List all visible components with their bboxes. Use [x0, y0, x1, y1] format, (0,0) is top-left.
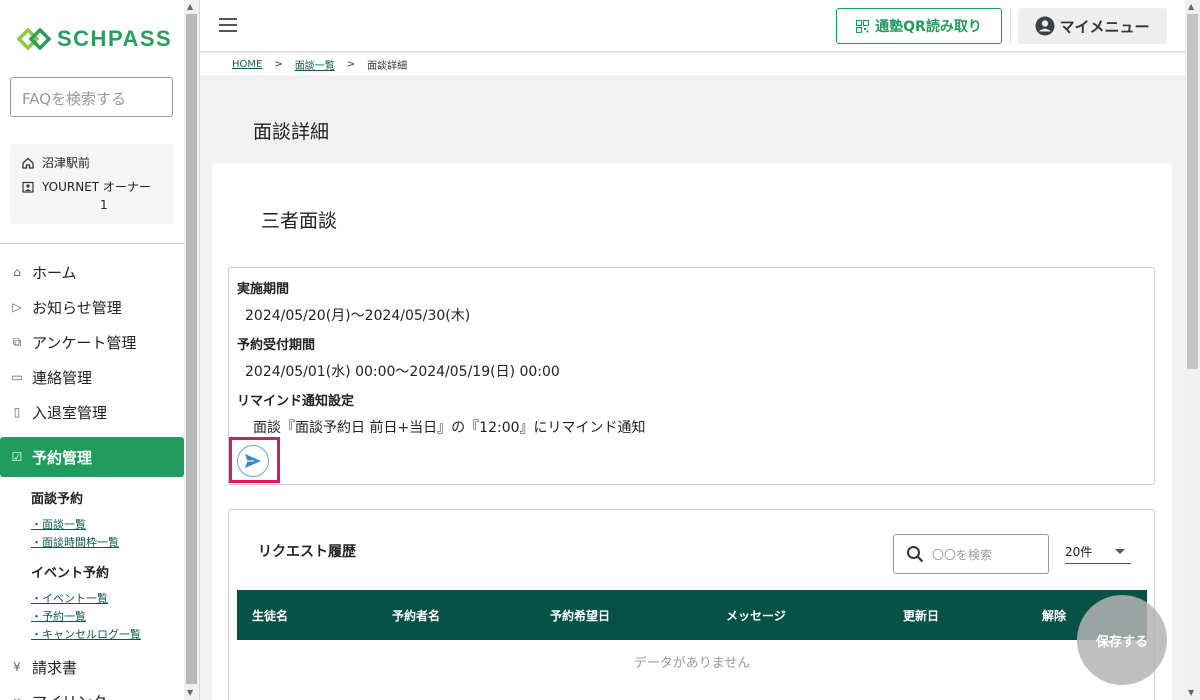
sidebar: SCHPASS FAQを検索する 沼津駅前 YOURNET オーナー 1 ⌂ ホ… — [0, 0, 184, 700]
school-name: 沼津駅前 — [42, 156, 91, 170]
sidebar-divider — [0, 243, 184, 244]
request-history-box: リクエスト履歴 〇〇を検索 20件 生徒名 予約者名 予約希望日 メッセージ 更… — [228, 509, 1155, 700]
column-header-desired-date[interactable]: 予約希望日 — [550, 607, 610, 624]
column-header-message[interactable]: メッセージ — [726, 607, 786, 624]
scroll-down-icon[interactable]: ▼ — [1188, 688, 1194, 697]
per-page-value: 20件 — [1065, 545, 1093, 559]
my-menu-label: マイメニュー — [1059, 17, 1150, 36]
search-placeholder: 〇〇を検索 — [932, 547, 993, 562]
submenu-link-interview-list[interactable]: ・面談一覧 — [31, 516, 86, 532]
brand-logo[interactable]: SCHPASS — [17, 26, 172, 52]
sidebar-scroll-thumb[interactable] — [186, 14, 197, 684]
hamburger-menu-icon[interactable] — [219, 18, 237, 32]
badge-icon — [22, 181, 34, 193]
top-header: 通塾QR読み取り マイメニュー — [200, 0, 1185, 52]
send-icon: ▷ — [12, 300, 22, 314]
school-info: 沼津駅前 YOURNET オーナー 1 — [10, 144, 173, 224]
main-scroll-thumb[interactable] — [1187, 14, 1198, 369]
interview-detail-card: 三者面談 実施期間 2024/05/20(月)～2024/05/30(木) 予約… — [212, 163, 1172, 700]
interview-info-box: 実施期間 2024/05/20(月)～2024/05/30(木) 予約受付期間 … — [228, 267, 1155, 485]
survey-icon: ⧉ — [12, 334, 22, 349]
sidebar-item-attendance[interactable]: ▯ 入退室管理 — [0, 397, 184, 427]
empty-state-text: データがありません — [633, 656, 751, 671]
column-header-updated[interactable]: 更新日 — [903, 607, 939, 624]
qr-code-icon — [856, 19, 870, 33]
sidebar-item-label: 予約管理 — [32, 448, 93, 467]
qr-scan-button[interactable]: 通塾QR読み取り — [836, 8, 1002, 44]
sidebar-scrollbar[interactable]: ▲ ▼ — [184, 0, 199, 700]
save-button[interactable]: 保存する — [1077, 595, 1167, 685]
submenu-link-interview-slots[interactable]: ・面談時間枠一覧 — [31, 534, 119, 550]
sidebar-item-label: アンケート管理 — [32, 333, 137, 352]
qr-scan-label: 通塾QR読み取り — [875, 19, 982, 35]
interview-title: 三者面談 — [261, 210, 338, 232]
header-separator — [1010, 8, 1011, 44]
brand-name: SCHPASS — [57, 26, 173, 51]
remind-value: 面談『面談予約日 前日+当日』の『12:00』にリマインド通知 — [253, 420, 646, 436]
door-icon: ▯ — [13, 405, 21, 419]
calendar-check-icon: ☑ — [11, 450, 23, 464]
submenu-heading-event: イベント予約 — [31, 566, 110, 581]
main-scrollbar[interactable]: ▲ ▼ — [1185, 0, 1200, 700]
breadcrumb-home-link[interactable]: HOME — [232, 59, 262, 70]
scroll-up-icon[interactable]: ▲ — [187, 2, 193, 11]
period-label: 実施期間 — [237, 282, 290, 297]
scroll-down-icon[interactable]: ▼ — [187, 688, 193, 697]
column-header-cancel[interactable]: 解除 — [1042, 607, 1066, 624]
faq-search-input[interactable]: FAQを検索する — [10, 77, 173, 117]
chat-icon: ▭ — [11, 370, 23, 384]
per-page-select[interactable]: 20件 — [1065, 540, 1131, 564]
link-icon: ∞ — [10, 694, 24, 700]
scroll-up-icon[interactable]: ▲ — [1188, 2, 1194, 11]
sidebar-border — [199, 0, 200, 700]
breadcrumb-current: 面談詳細 — [367, 60, 408, 72]
my-menu-button[interactable]: マイメニュー — [1018, 8, 1167, 44]
sidebar-item-contacts[interactable]: ▭ 連絡管理 — [0, 362, 184, 392]
submenu-link-booking-list[interactable]: ・予約一覧 — [31, 608, 86, 624]
account-circle-icon — [1035, 16, 1055, 36]
breadcrumb-separator: > — [274, 58, 283, 70]
breadcrumb-separator: > — [346, 58, 356, 70]
request-history-title: リクエスト履歴 — [258, 544, 356, 560]
submenu-link-event-list[interactable]: ・イベント一覧 — [31, 590, 108, 606]
sidebar-item-label: ホーム — [32, 263, 77, 282]
submenu-heading-interview: 面談予約 — [31, 492, 84, 507]
user-id: 1 — [100, 198, 108, 212]
accept-period-label: 予約受付期間 — [237, 338, 316, 353]
sidebar-item-invoice[interactable]: ¥ 請求書 — [0, 652, 184, 682]
user-name: YOURNET オーナー — [42, 180, 151, 194]
send-remind-button[interactable] — [237, 445, 269, 477]
search-icon — [907, 546, 924, 563]
breadcrumb-list-link[interactable]: 面談一覧 — [295, 57, 335, 72]
home-icon: ⌂ — [13, 265, 21, 279]
schpass-logo-icon — [17, 27, 51, 51]
column-header-booker[interactable]: 予約者名 — [392, 607, 440, 624]
sidebar-item-label: マイリンク — [32, 691, 107, 700]
sidebar-item-surveys[interactable]: ⧉ アンケート管理 — [0, 327, 184, 357]
send-icon — [245, 454, 261, 468]
remind-label: リマインド通知設定 — [237, 394, 355, 409]
sidebar-item-reservations[interactable]: ☑ 予約管理 — [0, 437, 184, 477]
breadcrumb: HOME > 面談一覧 > 面談詳細 — [200, 53, 1185, 75]
sidebar-item-notices[interactable]: ▷ お知らせ管理 — [0, 292, 184, 322]
chevron-down-icon — [1115, 549, 1125, 554]
yen-icon: ¥ — [13, 660, 21, 674]
sidebar-item-mylink[interactable]: ∞ マイリンク — [0, 686, 184, 700]
request-table-header: 生徒名 予約者名 予約希望日 メッセージ 更新日 解除 — [237, 590, 1147, 640]
period-value: 2024/05/20(月)～2024/05/30(木) — [245, 308, 471, 324]
submenu-link-cancel-log[interactable]: ・キャンセルログ一覧 — [31, 626, 141, 642]
sidebar-item-label: 入退室管理 — [32, 403, 108, 422]
sidebar-item-label: お知らせ管理 — [32, 298, 122, 317]
home-icon — [22, 157, 34, 169]
sidebar-item-label: 請求書 — [32, 658, 78, 677]
column-header-student[interactable]: 生徒名 — [252, 607, 288, 624]
send-highlight — [229, 437, 280, 483]
request-search-input[interactable]: 〇〇を検索 — [893, 534, 1049, 574]
accept-period-value: 2024/05/01(水) 00:00～2024/05/19(日) 00:00 — [245, 364, 560, 380]
sidebar-item-home[interactable]: ⌂ ホーム — [0, 257, 184, 287]
sidebar-item-label: 連絡管理 — [32, 368, 93, 387]
page-title: 面談詳細 — [253, 121, 330, 143]
